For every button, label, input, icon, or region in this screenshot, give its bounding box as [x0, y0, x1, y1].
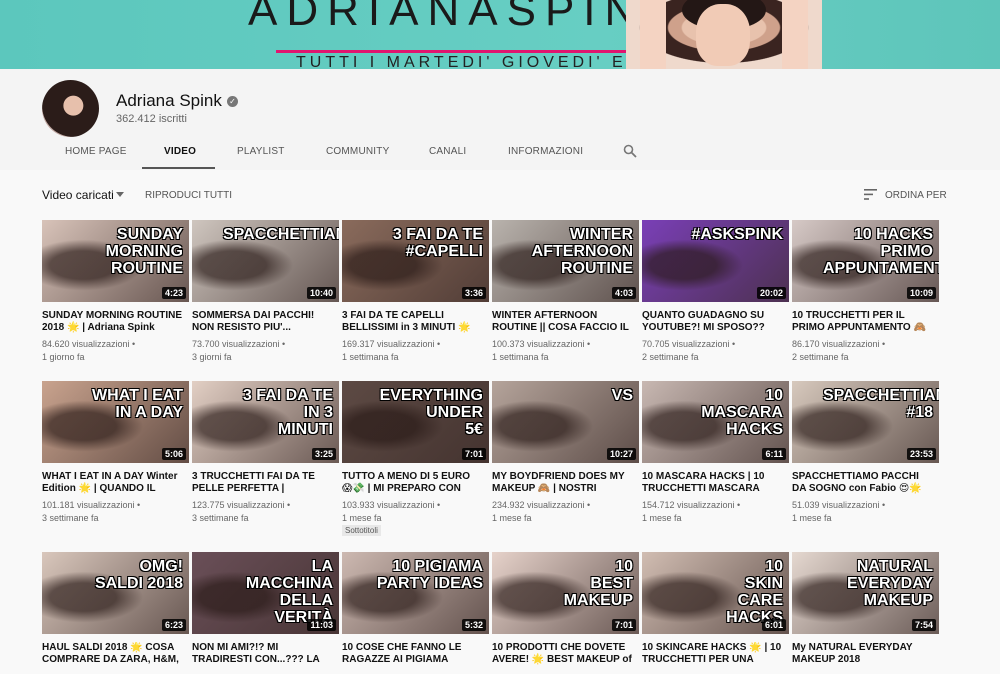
video-duration: 10:09 [906, 287, 936, 299]
video-title[interactable]: 10 TRUCCHETTI PER IL PRIMO APPUNTAMENTO … [792, 310, 932, 334]
video-title[interactable]: NON MI AMI?!? MI TRADIRESTI CON...??? LA [192, 642, 332, 666]
video-view-count: 169.317 visualizzazioni • [342, 339, 441, 349]
video-thumbnail[interactable]: WHAT I EAT IN A DAY 5:06 [42, 381, 189, 463]
video-thumbnail[interactable]: SUNDAY MORNING ROUTINE 4:23 [42, 220, 189, 302]
video-upload-date: 1 mese fa [642, 513, 682, 523]
video-upload-date: 3 settimane fa [192, 513, 249, 523]
video-thumbnail[interactable]: LA MACCHINA DELLA VERITÀ 11:03 [192, 552, 339, 634]
video-upload-date: 1 mese fa [342, 513, 382, 523]
thumbnail-caption: SPACCHETTIAMO#19 [223, 226, 339, 243]
video-duration: 6:11 [762, 448, 786, 460]
video-title[interactable]: WINTER AFTERNOON ROUTINE || COSA FACCIO … [492, 310, 632, 334]
video-title[interactable]: 10 SKINCARE HACKS 🌟 | 10 TRUCCHETTI PER … [642, 642, 782, 666]
thumbnail-caption: EVERYTHING UNDER 5€ [379, 387, 483, 438]
video-thumbnail[interactable]: 10 HACKS PRIMO APPUNTAMENTO 10:09 [792, 220, 939, 302]
video-title[interactable]: 3 TRUCCHETTI FAI DA TE PELLE PERFETTA | [192, 471, 332, 495]
video-title[interactable]: TUTTO A MENO DI 5 EURO 😱💸 | MI PREPARO C… [342, 471, 482, 495]
video-thumbnail[interactable]: SPACCHETTIAMO #18 23:53 [792, 381, 939, 463]
video-duration: 20:02 [756, 287, 786, 299]
video-thumbnail[interactable]: 3 FAI DA TE IN 3 MINUTI 3:25 [192, 381, 339, 463]
video-title[interactable]: My NATURAL EVERYDAY MAKEUP 2018 [792, 642, 932, 666]
video-upload-date: 1 settimana fa [492, 352, 549, 362]
video-upload-date: 3 giorni fa [192, 352, 232, 362]
thumbnail-caption: 3 FAI DA TE IN 3 MINUTI [242, 387, 333, 438]
video-thumbnail[interactable]: #ASKSPINK 20:02 [642, 220, 789, 302]
video-duration: 7:01 [611, 619, 636, 631]
video-view-count: 51.039 visualizzazioni • [792, 500, 886, 510]
video-duration: 7:01 [461, 448, 486, 460]
thumbnail-caption: #ASKSPINK [691, 226, 783, 243]
video-title[interactable]: SOMMERSA DAI PACCHI! NON RESISTO PIU'... [192, 310, 332, 334]
video-thumbnail[interactable]: 10 PIGIAMA PARTY IDEAS 5:32 [342, 552, 489, 634]
video-view-count: 86.170 visualizzazioni • [792, 339, 886, 349]
video-duration: 4:23 [161, 287, 186, 299]
video-thumbnail[interactable]: SPACCHETTIAMO#19 10:40 [192, 220, 339, 302]
video-view-count: 101.181 visualizzazioni • [42, 500, 141, 510]
video-upload-date: 1 settimana fa [342, 352, 399, 362]
video-title[interactable]: 10 PRODOTTI CHE DOVETE AVERE! 🌟 BEST MAK… [492, 642, 632, 666]
video-duration: 11:03 [307, 619, 336, 631]
video-duration: 5:32 [461, 619, 486, 631]
video-view-count: 103.933 visualizzazioni • [342, 500, 441, 510]
video-view-count: 73.700 visualizzazioni • [192, 339, 286, 349]
video-upload-date: 1 mese fa [492, 513, 532, 523]
video-title[interactable]: SUNDAY MORNING ROUTINE 2018 🌟 | Adriana … [42, 310, 182, 334]
thumbnail-caption: 10 HACKS PRIMO APPUNTAMENTO [823, 226, 939, 277]
thumbnail-caption: OMG! SALDI 2018 [94, 558, 183, 592]
video-thumbnail[interactable]: 10 BEST MAKEUP 7:01 [492, 552, 639, 634]
video-title[interactable]: 10 MASCARA HACKS | 10 TRUCCHETTI MASCARA… [642, 471, 782, 495]
video-thumbnail[interactable]: 3 FAI DA TE #CAPELLI 3:36 [342, 220, 489, 302]
video-thumbnail[interactable]: NATURAL EVERYDAY MAKEUP 7:54 [792, 552, 939, 634]
thumbnail-caption: 10 PIGIAMA PARTY IDEAS [376, 558, 483, 592]
thumbnail-caption: VS [611, 387, 633, 404]
video-duration: 6:01 [761, 619, 786, 631]
thumbnail-caption: 3 FAI DA TE #CAPELLI [392, 226, 483, 260]
video-duration: 23:53 [906, 448, 936, 460]
video-duration: 3:36 [461, 287, 486, 299]
video-title[interactable]: 3 FAI DA TE CAPELLI BELLISSIMI in 3 MINU… [342, 310, 482, 334]
video-grid: SUNDAY MORNING ROUTINE 4:23 SUNDAY MORNING… [0, 0, 1000, 674]
thumbnail-caption: 10 MASCARA HACKS [701, 387, 783, 438]
video-thumbnail[interactable]: VS 10:27 [492, 381, 639, 463]
thumbnail-caption: 10 BEST MAKEUP [563, 558, 633, 609]
thumbnail-caption: WHAT I EAT IN A DAY [92, 387, 183, 421]
video-view-count: 100.373 visualizzazioni • [492, 339, 591, 349]
video-duration: 7:54 [911, 619, 936, 631]
video-title[interactable]: MY BOYDFRIEND DOES MY MAKEUP 🙈 | NOSTRI [492, 471, 632, 495]
video-view-count: 70.705 visualizzazioni • [642, 339, 736, 349]
video-title[interactable]: HAUL SALDI 2018 🌟 COSA COMPRARE DA ZARA,… [42, 642, 182, 666]
thumbnail-caption: NATURAL EVERYDAY MAKEUP [847, 558, 933, 609]
video-upload-date: 3 settimane fa [42, 513, 99, 523]
video-upload-date: 2 settimane fa [792, 352, 849, 362]
video-upload-date: 2 settimane fa [642, 352, 699, 362]
video-duration: 5:06 [161, 448, 186, 460]
video-upload-date: 1 giorno fa [42, 352, 85, 362]
video-thumbnail[interactable]: 10 SKIN CARE HACKS 6:01 [642, 552, 789, 634]
subtitles-badge: Sottotitoli [342, 525, 381, 536]
thumbnail-caption: SUNDAY MORNING ROUTINE [105, 226, 183, 277]
video-thumbnail[interactable]: OMG! SALDI 2018 6:23 [42, 552, 189, 634]
video-view-count: 84.620 visualizzazioni • [42, 339, 136, 349]
video-view-count: 234.932 visualizzazioni • [492, 500, 591, 510]
thumbnail-caption: WINTER AFTERNOON ROUTINE [531, 226, 633, 277]
video-title[interactable]: 10 COSE CHE FANNO LE RAGAZZE AI PIGIAMA … [342, 642, 482, 666]
video-title[interactable]: QUANTO GUADAGNO SU YOUTUBE?! MI SPOSO?? [642, 310, 782, 334]
video-view-count: 154.712 visualizzazioni • [642, 500, 741, 510]
video-title[interactable]: WHAT I EAT IN A DAY Winter Edition 🌟 | Q… [42, 471, 182, 495]
video-duration: 10:27 [606, 448, 636, 460]
video-duration: 10:40 [306, 287, 336, 299]
video-duration: 6:23 [161, 619, 186, 631]
thumbnail-caption: 10 SKIN CARE HACKS [726, 558, 783, 626]
video-upload-date: 1 mese fa [792, 513, 832, 523]
video-duration: 3:25 [311, 448, 336, 460]
video-view-count: 123.775 visualizzazioni • [192, 500, 291, 510]
video-duration: 4:03 [611, 287, 636, 299]
thumbnail-caption: SPACCHETTIAMO #18 [823, 387, 939, 421]
video-thumbnail[interactable]: WINTER AFTERNOON ROUTINE 4:03 [492, 220, 639, 302]
thumbnail-caption: LA MACCHINA DELLA VERITÀ [245, 558, 333, 626]
video-thumbnail[interactable]: 10 MASCARA HACKS 6:11 [642, 381, 789, 463]
video-title[interactable]: SPACCHETTIAMO PACCHI DA SOGNO con Fabio … [792, 471, 932, 495]
video-thumbnail[interactable]: EVERYTHING UNDER 5€ 7:01 [342, 381, 489, 463]
